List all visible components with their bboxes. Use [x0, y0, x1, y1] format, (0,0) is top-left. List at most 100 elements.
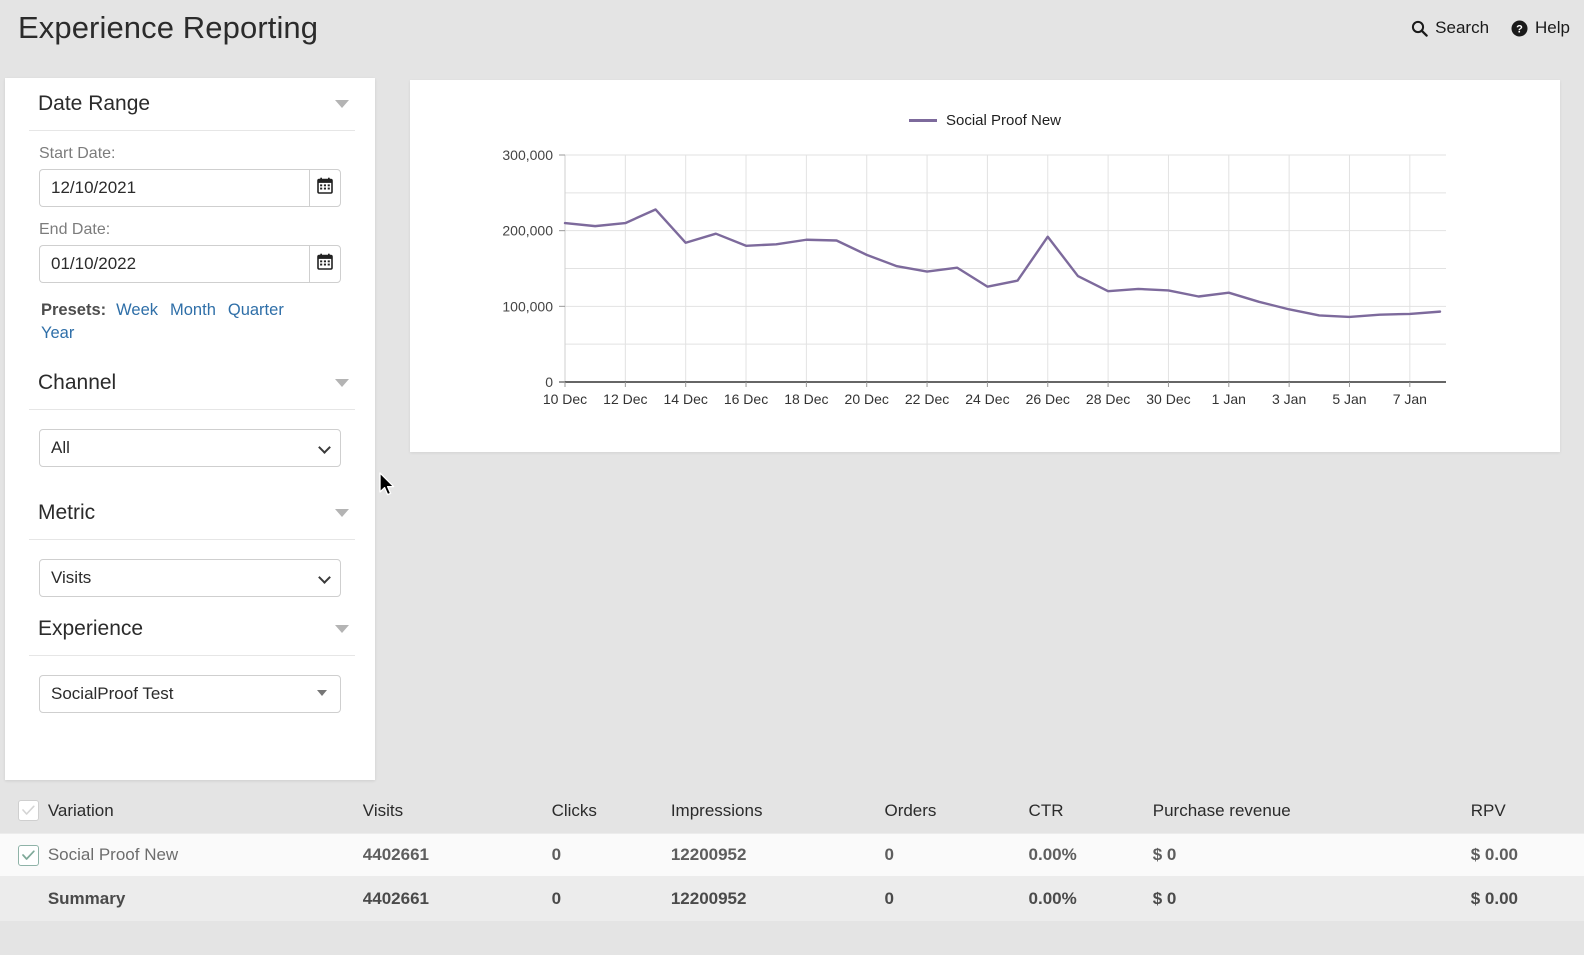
- start-date-input[interactable]: [39, 169, 309, 207]
- section-header-date-range[interactable]: Date Range: [5, 78, 375, 130]
- end-date-calendar-button[interactable]: [309, 245, 341, 283]
- svg-text:12 Dec: 12 Dec: [603, 391, 647, 407]
- svg-text:22 Dec: 22 Dec: [905, 391, 949, 407]
- search-label: Search: [1435, 18, 1490, 37]
- row-checkbox[interactable]: [18, 844, 39, 866]
- section-title-channel: Channel: [38, 371, 117, 394]
- divider: [29, 130, 355, 131]
- svg-text:18 Dec: 18 Dec: [784, 391, 828, 407]
- svg-text:10 Dec: 10 Dec: [543, 391, 587, 407]
- cell-summary-visits: 4402661: [362, 889, 429, 908]
- chart-card: Social Proof New 0 100,000 200,000 300,000 1…: [410, 80, 1560, 452]
- channel-select[interactable]: All: [39, 429, 341, 467]
- svg-text:16 Dec: 16 Dec: [724, 391, 768, 407]
- column-header-visits[interactable]: Visits: [363, 801, 552, 821]
- svg-text:100,000: 100,000: [502, 298, 553, 314]
- svg-text:26 Dec: 26 Dec: [1026, 391, 1070, 407]
- svg-text:200,000: 200,000: [502, 223, 553, 239]
- chevron-down-icon[interactable]: [335, 379, 349, 387]
- metric-select[interactable]: Visits: [39, 559, 341, 597]
- svg-text:30 Dec: 30 Dec: [1146, 391, 1190, 407]
- help-button[interactable]: ? Help: [1511, 18, 1570, 38]
- select-all-checkbox[interactable]: [18, 800, 39, 821]
- column-header-orders[interactable]: Orders: [884, 801, 1028, 821]
- svg-text:1 Jan: 1 Jan: [1212, 391, 1246, 407]
- app-header: Experience Reporting Search ? Help: [0, 0, 1584, 74]
- cell-orders: 0: [884, 845, 894, 864]
- end-date-input[interactable]: [39, 245, 309, 283]
- section-title-metric: Metric: [38, 501, 96, 524]
- start-date-label: Start Date:: [39, 145, 116, 162]
- table-summary-row: Summary 4402661 0 12200952 0 0.00% $ 0 $…: [0, 877, 1584, 921]
- cell-summary-ctr: 0.00%: [1028, 889, 1077, 908]
- column-header-impressions[interactable]: Impressions: [671, 801, 885, 821]
- select-all-cell: [0, 800, 48, 821]
- svg-text:0: 0: [545, 374, 553, 390]
- svg-text:14 Dec: 14 Dec: [664, 391, 708, 407]
- search-button[interactable]: Search: [1411, 18, 1489, 38]
- column-header-purchase-revenue[interactable]: Purchase revenue: [1153, 801, 1471, 821]
- line-chart[interactable]: 0 100,000 200,000 300,000 10 Dec 12 Dec 14 Dec…: [410, 80, 1560, 452]
- section-header-metric[interactable]: Metric: [5, 487, 375, 539]
- chevron-down-icon[interactable]: [335, 625, 349, 633]
- calendar-icon: [317, 253, 333, 275]
- section-title-date-range: Date Range: [38, 92, 151, 115]
- preset-month[interactable]: Month: [170, 299, 216, 322]
- table-row[interactable]: Social Proof New 4402661 0 12200952 0 0.…: [0, 833, 1584, 877]
- svg-text:24 Dec: 24 Dec: [965, 391, 1009, 407]
- start-date-calendar-button[interactable]: [309, 169, 341, 207]
- cell-summary-orders: 0: [884, 889, 894, 908]
- divider: [29, 655, 355, 656]
- column-header-variation[interactable]: Variation: [48, 801, 363, 821]
- end-date-label: End Date:: [39, 221, 111, 238]
- cell-variation: Social Proof New: [47, 845, 179, 864]
- experience-select-wrap: SocialProof Test: [39, 675, 341, 713]
- svg-text:20 Dec: 20 Dec: [845, 391, 889, 407]
- channel-select-wrap: All: [39, 429, 341, 467]
- svg-text:5 Jan: 5 Jan: [1332, 391, 1366, 407]
- cell-summary-rpv: $ 0.00: [1470, 889, 1518, 908]
- experience-select[interactable]: SocialProof Test: [39, 675, 341, 713]
- page-title: Experience Reporting: [18, 10, 319, 45]
- row-select-cell: [0, 844, 48, 866]
- chevron-down-icon[interactable]: [335, 509, 349, 517]
- presets-row: Presets: Week Month Quarter Year: [41, 299, 341, 345]
- cell-summary-purchase-revenue: $ 0: [1152, 889, 1177, 908]
- svg-text:7 Jan: 7 Jan: [1393, 391, 1427, 407]
- column-header-rpv[interactable]: RPV: [1471, 801, 1584, 821]
- svg-text:300,000: 300,000: [502, 147, 553, 163]
- help-circle-icon: ?: [1511, 20, 1528, 37]
- cell-summary-label: Summary: [47, 889, 126, 908]
- cell-clicks: 0: [551, 845, 562, 864]
- cell-purchase-revenue: $ 0: [1152, 845, 1177, 864]
- section-header-experience[interactable]: Experience: [5, 603, 375, 655]
- svg-text:3 Jan: 3 Jan: [1272, 391, 1306, 407]
- search-icon: [1411, 20, 1428, 37]
- metric-select-wrap: Visits: [39, 559, 341, 597]
- presets-label: Presets:: [41, 301, 107, 319]
- start-date-field-group: [39, 169, 341, 207]
- cell-rpv: $ 0.00: [1470, 845, 1518, 864]
- section-header-channel[interactable]: Channel: [5, 357, 375, 409]
- preset-year[interactable]: Year: [41, 322, 74, 345]
- svg-text:28 Dec: 28 Dec: [1086, 391, 1130, 407]
- cell-ctr: 0.00%: [1028, 845, 1077, 864]
- calendar-icon: [317, 177, 333, 199]
- mouse-cursor: [379, 472, 397, 498]
- filter-sidebar: Date Range Start Date: 12/10/2021 End Da…: [5, 78, 375, 780]
- section-title-experience: Experience: [38, 617, 144, 640]
- chevron-down-icon[interactable]: [335, 100, 349, 108]
- divider: [29, 409, 355, 410]
- table-header-row: Variation Visits Clicks Impressions Orde…: [0, 788, 1584, 833]
- end-date-field-group: [39, 245, 341, 283]
- preset-quarter[interactable]: Quarter: [228, 299, 284, 322]
- cell-summary-clicks: 0: [551, 889, 562, 908]
- preset-week[interactable]: Week: [116, 299, 158, 322]
- help-label: Help: [1535, 18, 1570, 37]
- cell-impressions: 12200952: [670, 845, 747, 864]
- results-table: Variation Visits Clicks Impressions Orde…: [0, 788, 1584, 955]
- column-header-ctr[interactable]: CTR: [1029, 801, 1153, 821]
- svg-text:?: ?: [1516, 23, 1523, 35]
- cell-visits: 4402661: [362, 845, 429, 864]
- column-header-clicks[interactable]: Clicks: [552, 801, 671, 821]
